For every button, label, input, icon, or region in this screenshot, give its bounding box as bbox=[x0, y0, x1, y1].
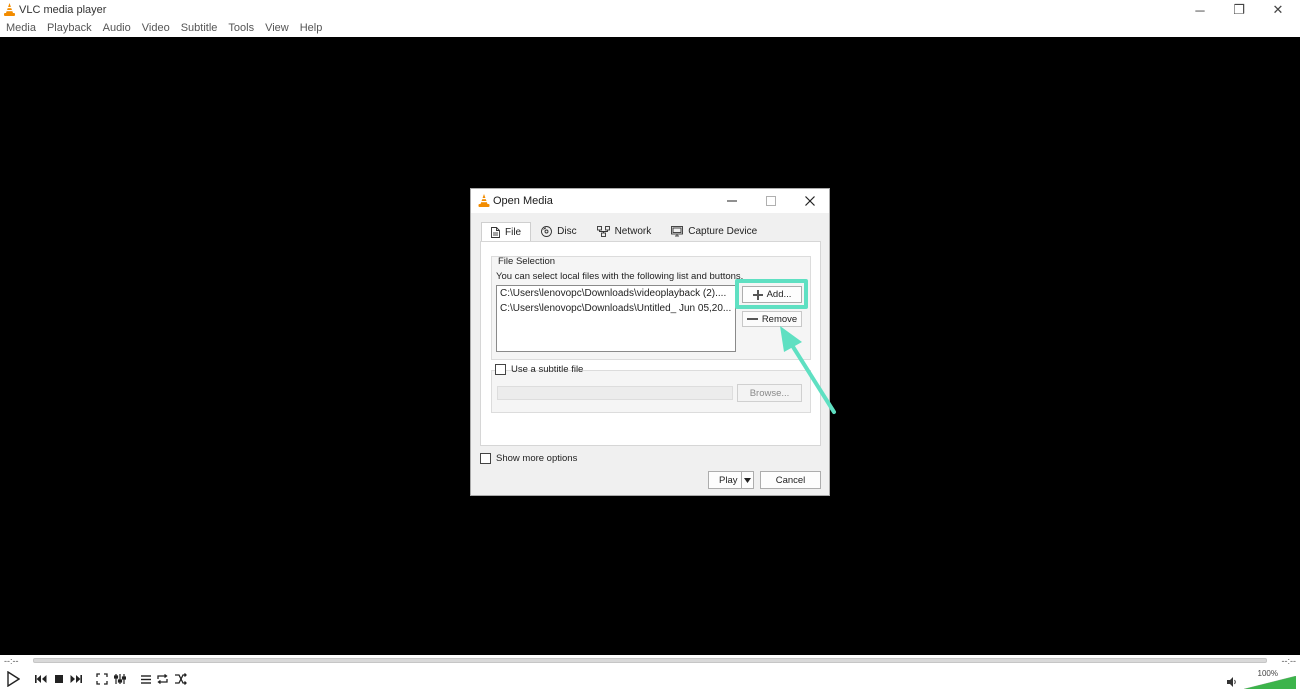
minimize-icon bbox=[727, 200, 737, 202]
vlc-cone-icon bbox=[478, 194, 490, 207]
tab-file-label: File bbox=[505, 227, 522, 238]
volume-icon[interactable] bbox=[1226, 676, 1238, 688]
volume-slider[interactable] bbox=[1244, 676, 1296, 689]
subtitle-checkbox-label: Use a subtitle file bbox=[511, 364, 584, 375]
menu-audio[interactable]: Audio bbox=[103, 20, 131, 37]
minimize-button[interactable]: ─ bbox=[1180, 0, 1220, 20]
dialog-minimize-button[interactable] bbox=[713, 189, 751, 213]
browse-button: Browse... bbox=[737, 384, 802, 402]
show-more-options-row[interactable]: Show more options bbox=[480, 453, 577, 464]
add-button-label: Add... bbox=[766, 289, 792, 300]
tab-network[interactable]: Network bbox=[587, 222, 662, 241]
loop-button[interactable] bbox=[154, 670, 171, 688]
menu-playback[interactable]: Playback bbox=[47, 20, 92, 37]
playlist-button[interactable] bbox=[137, 670, 154, 688]
remove-button-label: Remove bbox=[761, 313, 798, 325]
maximize-icon bbox=[766, 196, 776, 206]
minus-icon bbox=[746, 318, 758, 320]
play-options-dropdown[interactable] bbox=[741, 472, 753, 488]
restore-button[interactable]: ❐ bbox=[1219, 0, 1259, 20]
tab-network-label: Network bbox=[614, 226, 652, 237]
capture-device-icon bbox=[671, 226, 684, 237]
stop-button[interactable] bbox=[50, 670, 67, 688]
network-icon bbox=[596, 226, 610, 237]
file-selection-legend: File Selection bbox=[498, 256, 556, 267]
list-item[interactable]: C:\Users\lenovopc\Downloads\videoplaybac… bbox=[497, 286, 735, 301]
play-button-label: Play bbox=[719, 474, 738, 486]
playback-controls: 100% bbox=[0, 667, 1300, 691]
subtitle-path-input bbox=[497, 386, 733, 400]
stop-icon bbox=[54, 675, 63, 683]
file-list[interactable]: C:\Users\lenovopc\Downloads\videoplaybac… bbox=[496, 285, 736, 352]
tab-capture-device[interactable]: Capture Device bbox=[661, 222, 767, 241]
browse-button-label: Browse... bbox=[749, 387, 790, 399]
playlist-icon bbox=[140, 674, 151, 684]
plus-icon bbox=[752, 289, 763, 300]
cancel-button-label: Cancel bbox=[775, 474, 806, 486]
dialog-tabs: File Disc Network Capture Device bbox=[481, 222, 767, 242]
tab-file[interactable]: File bbox=[481, 222, 532, 242]
caret-down-icon bbox=[744, 477, 751, 483]
menu-subtitle[interactable]: Subtitle bbox=[181, 20, 218, 37]
disc-icon bbox=[541, 226, 553, 237]
list-item[interactable]: C:\Users\lenovopc\Downloads\Untitled_ Ju… bbox=[497, 301, 735, 316]
subtitle-checkbox[interactable] bbox=[495, 364, 506, 375]
seek-slider[interactable] bbox=[33, 658, 1267, 663]
dialog-titlebar: Open Media bbox=[471, 189, 829, 213]
close-icon bbox=[805, 196, 815, 206]
shuffle-button[interactable] bbox=[172, 670, 189, 688]
open-media-dialog: Open Media File Disc Network Capture Dev… bbox=[470, 188, 830, 496]
equalizer-icon bbox=[113, 674, 126, 684]
file-selection-help: You can select local files with the foll… bbox=[496, 271, 744, 282]
tab-capture-device-label: Capture Device bbox=[688, 226, 758, 237]
app-title: VLC media player bbox=[19, 4, 107, 16]
fullscreen-icon bbox=[95, 673, 108, 685]
previous-icon bbox=[34, 675, 46, 683]
fullscreen-button[interactable] bbox=[93, 670, 110, 688]
elapsed-time: --:-- bbox=[4, 656, 19, 666]
tab-disc-label: Disc bbox=[557, 226, 577, 237]
previous-button[interactable] bbox=[32, 670, 49, 688]
extended-settings-button[interactable] bbox=[111, 670, 128, 688]
menu-tools[interactable]: Tools bbox=[228, 20, 254, 37]
loop-icon bbox=[157, 673, 168, 685]
app-titlebar: VLC media player ─ ❐ ✕ bbox=[0, 0, 1300, 20]
menu-help[interactable]: Help bbox=[300, 20, 323, 37]
dialog-title: Open Media bbox=[493, 195, 553, 207]
seek-row: --:-- --:-- bbox=[0, 655, 1300, 667]
play-icon bbox=[7, 671, 20, 687]
show-more-options-checkbox[interactable] bbox=[480, 453, 491, 464]
subtitle-checkbox-row[interactable]: Use a subtitle file bbox=[495, 364, 583, 375]
restore-icon: ❐ bbox=[1233, 2, 1245, 17]
tab-disc[interactable]: Disc bbox=[531, 222, 586, 241]
minimize-icon: ─ bbox=[1195, 2, 1205, 18]
vlc-cone-icon bbox=[4, 3, 15, 16]
play-button[interactable] bbox=[3, 670, 23, 688]
next-icon bbox=[70, 675, 82, 683]
add-file-button[interactable]: Add... bbox=[742, 286, 802, 303]
menu-view[interactable]: View bbox=[265, 20, 289, 37]
cancel-button[interactable]: Cancel bbox=[760, 471, 821, 489]
menu-media[interactable]: Media bbox=[6, 20, 36, 37]
show-more-options-label: Show more options bbox=[496, 453, 578, 464]
next-button[interactable] bbox=[67, 670, 84, 688]
close-button[interactable]: ✕ bbox=[1258, 0, 1298, 20]
remove-file-button[interactable]: Remove bbox=[742, 311, 802, 327]
remaining-time[interactable]: --:-- bbox=[1282, 655, 1297, 667]
menu-video[interactable]: Video bbox=[142, 20, 170, 37]
menu-bar: Media Playback Audio Video Subtitle Tool… bbox=[0, 20, 1300, 37]
dialog-close-button[interactable] bbox=[791, 189, 829, 213]
file-icon bbox=[491, 227, 500, 238]
close-icon: ✕ bbox=[1272, 2, 1284, 17]
dialog-maximize-button[interactable] bbox=[752, 189, 790, 213]
shuffle-icon bbox=[175, 673, 187, 685]
play-button[interactable]: Play bbox=[708, 471, 754, 489]
